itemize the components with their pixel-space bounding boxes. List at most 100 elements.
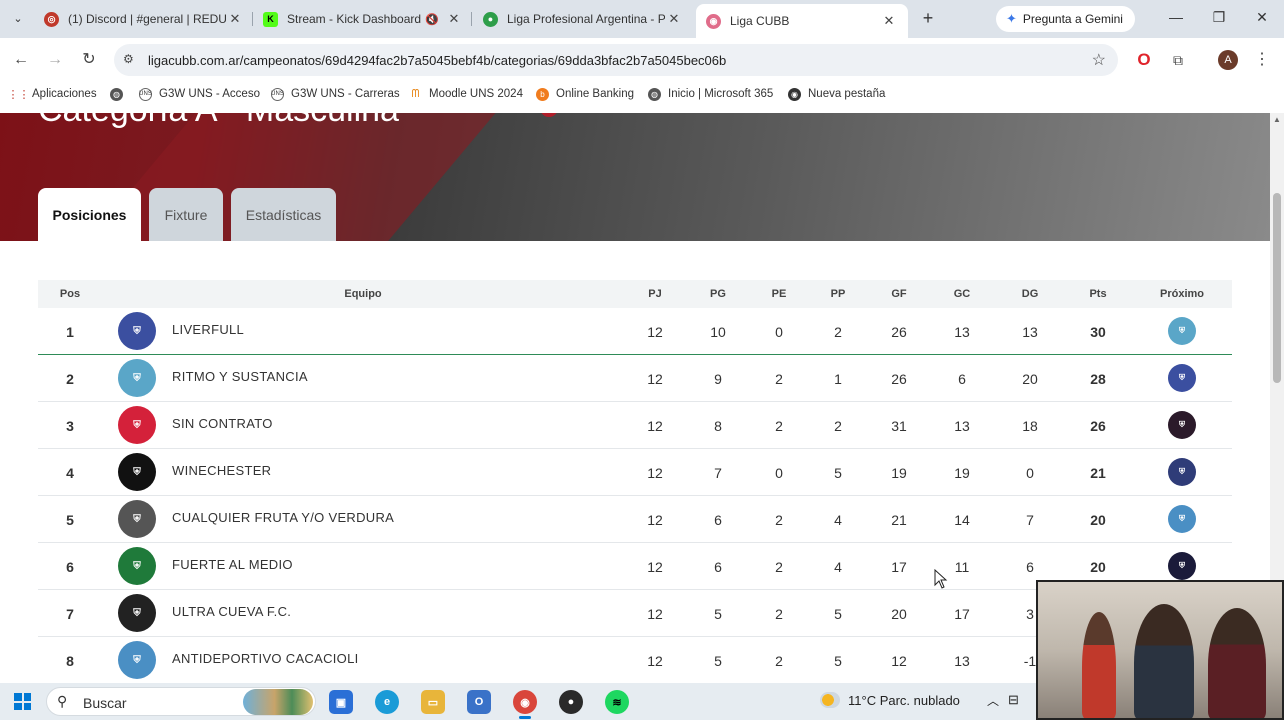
close-window-icon[interactable]: ✕ xyxy=(1254,9,1270,26)
cell-pts: 20 xyxy=(1090,559,1106,575)
site-info-icon[interactable]: ⚙ xyxy=(123,52,134,66)
table-row[interactable]: ⛨ 4 WINECHESTER 12 7 0 5 19 19 0 21 ⛨ xyxy=(38,449,1232,496)
url-text[interactable]: ligacubb.com.ar/campeonatos/69d4294fac2b… xyxy=(148,53,726,68)
category-hero-banner: Categoría A - Masculina Posiciones Fixtu… xyxy=(0,113,1270,241)
restore-window-icon[interactable]: ❐ xyxy=(1211,9,1227,26)
taskbar-search[interactable]: ⚲ Buscar xyxy=(46,687,316,716)
close-tab-icon[interactable]: ✕ xyxy=(880,13,898,29)
extensions-puzzle-icon[interactable]: ⧉ xyxy=(1168,50,1188,70)
tab-liga-cubb[interactable]: ◉ Liga CUBB ✕ xyxy=(696,4,908,38)
cell-dg: 18 xyxy=(1022,418,1038,434)
new-tab-plus-icon[interactable]: + xyxy=(918,8,938,28)
table-row[interactable]: ⛨ 2 RITMO Y SUSTANCIA 12 9 2 1 26 6 20 28 ⛨ xyxy=(38,355,1232,402)
cell-gf: 20 xyxy=(891,606,907,622)
tab-estadisticas[interactable]: Estadísticas xyxy=(231,188,336,241)
cell-pg: 7 xyxy=(714,465,722,481)
bookmark-label: Nueva pestaña xyxy=(808,88,886,100)
cell-gf: 21 xyxy=(891,512,907,528)
bookmark-moodle[interactable]: ᗰ Moodle UNS 2024 xyxy=(409,85,523,103)
profile-avatar[interactable]: A xyxy=(1218,50,1238,70)
network-icon[interactable]: ⊟ xyxy=(1008,692,1019,708)
forward-arrow-icon[interactable]: → xyxy=(44,49,66,71)
bookmark-g3w-acceso[interactable]: UNS G3W UNS - Acceso xyxy=(139,85,260,103)
webcam-person xyxy=(1134,604,1194,718)
spotify-icon[interactable]: ≋ xyxy=(605,690,629,714)
cell-pg: 9 xyxy=(714,371,722,387)
bookmark-g3w-carreras[interactable]: UNS G3W UNS - Carreras xyxy=(271,85,400,103)
tray-expand-chevron-icon[interactable]: ︿ xyxy=(987,692,999,709)
weather-widget[interactable]: 11°C Parc. nublado xyxy=(820,692,960,708)
next-opponent-crest-icon[interactable]: ⛨ xyxy=(1168,505,1196,533)
league-logo xyxy=(540,113,558,117)
opera-extension-icon[interactable]: O xyxy=(1134,50,1154,70)
next-opponent-crest-icon[interactable]: ⛨ xyxy=(1168,364,1196,392)
team-name[interactable]: RITMO Y SUSTANCIA xyxy=(172,369,308,384)
tab-kick[interactable]: K Stream - Kick Dashboard 🔇 ✕ xyxy=(263,6,463,32)
team-name[interactable]: ANTIDEPORTIVO CACACIOLI xyxy=(172,651,359,666)
tab-title: Stream - Kick Dashboard xyxy=(287,12,422,26)
cell-pe: 2 xyxy=(775,371,783,387)
minimize-window-icon[interactable]: — xyxy=(1168,9,1184,25)
next-opponent-crest-icon[interactable]: ⛨ xyxy=(1168,317,1196,345)
tab-discord[interactable]: ◎ (1) Discord | #general | REDUC ✕ xyxy=(44,6,244,32)
cell-pos: 1 xyxy=(66,324,74,340)
cell-pp: 2 xyxy=(834,324,842,340)
scrollbar-thumb[interactable] xyxy=(1273,193,1281,383)
weather-text: 11°C Parc. nublado xyxy=(848,692,960,708)
bookmark-star-icon[interactable]: ☆ xyxy=(1092,50,1106,70)
bookmark-globe[interactable]: ◍ xyxy=(110,85,130,103)
chrome-icon: ◉ xyxy=(788,87,801,101)
close-tab-icon[interactable]: ✕ xyxy=(226,11,244,27)
next-opponent-crest-icon[interactable]: ⛨ xyxy=(1168,411,1196,439)
header-team: Equipo xyxy=(344,288,382,300)
cell-pe: 2 xyxy=(775,512,783,528)
gemini-button[interactable]: ✦ Pregunta a Gemini xyxy=(996,6,1135,32)
next-opponent-crest-icon[interactable]: ⛨ xyxy=(1168,458,1196,486)
tab-fixture[interactable]: Fixture xyxy=(149,188,223,241)
cell-pe: 2 xyxy=(775,606,783,622)
tab-liga-profesional[interactable]: ● Liga Profesional Argentina - P ✕ xyxy=(483,6,683,32)
browser-menu-icon[interactable]: ⋮ xyxy=(1252,50,1272,70)
table-row[interactable]: ⛨ 5 CUALQUIER FRUTA Y/O VERDURA 12 6 2 4 21 14 7 2… xyxy=(38,496,1232,543)
muted-speaker-icon[interactable]: 🔇 xyxy=(425,13,439,26)
liga-cubb-favicon-icon: ◉ xyxy=(706,13,721,29)
team-crest-icon: ⛨ xyxy=(118,594,156,632)
tab-posiciones[interactable]: Posiciones xyxy=(38,188,141,241)
team-name[interactable]: FUERTE AL MEDIO xyxy=(172,557,293,572)
bookmark-apps[interactable]: ⋮⋮ Aplicaciones xyxy=(8,85,97,103)
tab-title: Liga Profesional Argentina - P xyxy=(507,12,665,26)
bookmark-nueva-pestana[interactable]: ◉ Nueva pestaña xyxy=(788,85,885,103)
microsoft-store-icon[interactable]: ▣ xyxy=(329,690,353,714)
team-name[interactable]: LIVERFULL xyxy=(172,322,244,337)
search-icon: ⚲ xyxy=(57,693,68,709)
close-tab-icon[interactable]: ✕ xyxy=(665,11,683,27)
obs-icon[interactable]: ● xyxy=(559,690,583,714)
table-row[interactable]: ⛨ 3 SIN CONTRATO 12 8 2 2 31 13 18 26 ⛨ xyxy=(38,402,1232,449)
table-row[interactable]: ⛨ 1 LIVERFULL 12 10 0 2 26 13 13 30 ⛨ xyxy=(38,308,1232,355)
search-highlight-image xyxy=(243,689,313,715)
team-name[interactable]: CUALQUIER FRUTA Y/O VERDURA xyxy=(172,510,394,525)
next-opponent-crest-icon[interactable]: ⛨ xyxy=(1168,552,1196,580)
team-name[interactable]: WINECHESTER xyxy=(172,463,271,478)
address-bar[interactable]: ⚙ ligacubb.com.ar/campeonatos/69d4294fac… xyxy=(114,44,1118,76)
cell-pe: 0 xyxy=(775,324,783,340)
reload-icon[interactable]: ↻ xyxy=(78,49,100,71)
cell-gf: 26 xyxy=(891,371,907,387)
bookmark-microsoft-365[interactable]: ◍ Inicio | Microsoft 365 xyxy=(648,85,773,103)
cell-gc: 13 xyxy=(954,653,970,669)
edge-browser-icon[interactable]: e xyxy=(375,690,399,714)
header-pp: PP xyxy=(830,288,846,300)
cell-pg: 10 xyxy=(710,324,726,340)
team-name[interactable]: SIN CONTRATO xyxy=(172,416,273,431)
file-explorer-icon[interactable]: ▭ xyxy=(421,690,445,714)
chrome-taskbar-icon[interactable]: ◉ xyxy=(513,690,537,719)
team-name[interactable]: ULTRA CUEVA F.C. xyxy=(172,604,291,619)
scroll-up-arrow-icon[interactable]: ▲ xyxy=(1273,115,1281,124)
bookmark-online-banking[interactable]: b Online Banking xyxy=(536,85,634,103)
windows-start-icon[interactable] xyxy=(14,693,31,710)
outlook-icon[interactable]: O xyxy=(467,690,491,714)
cell-pos: 8 xyxy=(66,653,74,669)
tab-search-chevron-icon[interactable]: ⌄ xyxy=(8,9,28,29)
close-tab-icon[interactable]: ✕ xyxy=(445,11,463,27)
back-arrow-icon[interactable]: ← xyxy=(10,49,32,71)
